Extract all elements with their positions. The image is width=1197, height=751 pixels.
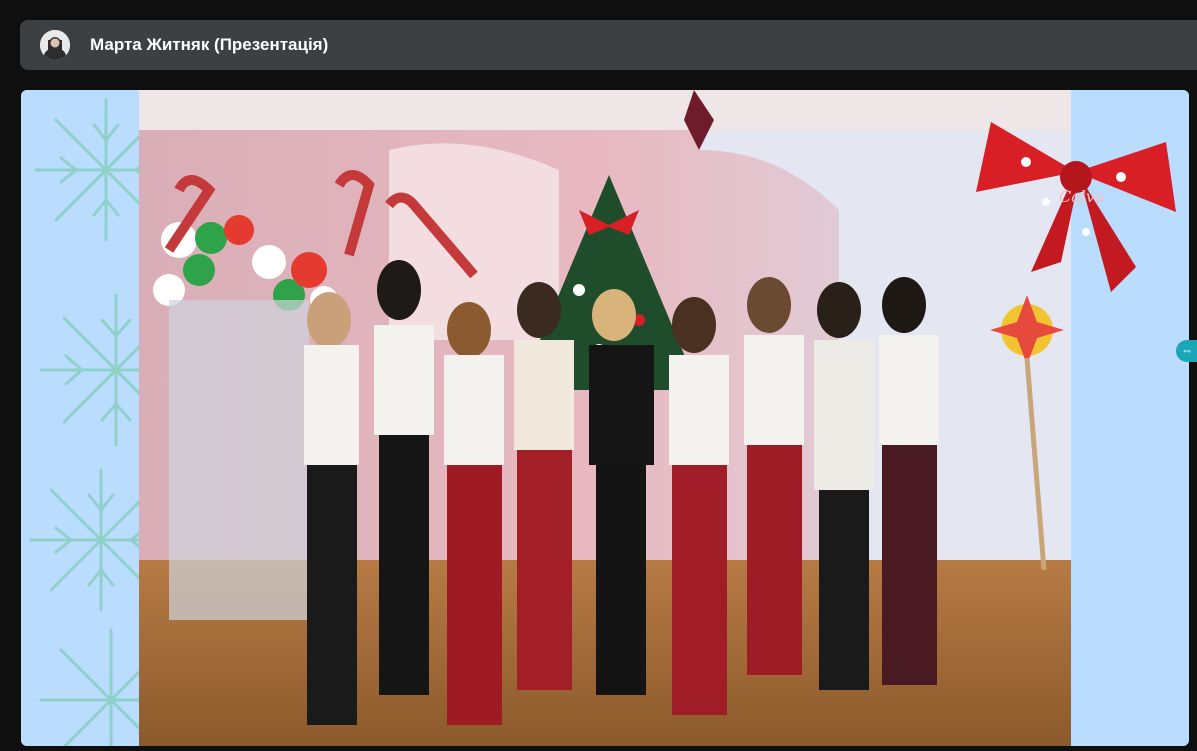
group-of-women [304, 260, 939, 725]
arrow-left-right-icon: ⇔ [1181, 343, 1193, 357]
bow-watermark: Calva [1059, 187, 1104, 206]
presenter-avatar[interactable] [40, 30, 70, 60]
bow-icon: Calva [976, 122, 1176, 292]
presentation-topbar: Марта Житняк (Презентація) [20, 20, 1197, 70]
tinsel-curtain [169, 300, 309, 620]
expand-handle[interactable]: ⇔ [1176, 340, 1197, 362]
avatar-icon [40, 30, 70, 60]
presentation-slide: Calva [21, 90, 1189, 746]
presenter-title: Марта Житняк (Презентація) [90, 35, 329, 54]
group-photo [139, 90, 1071, 746]
